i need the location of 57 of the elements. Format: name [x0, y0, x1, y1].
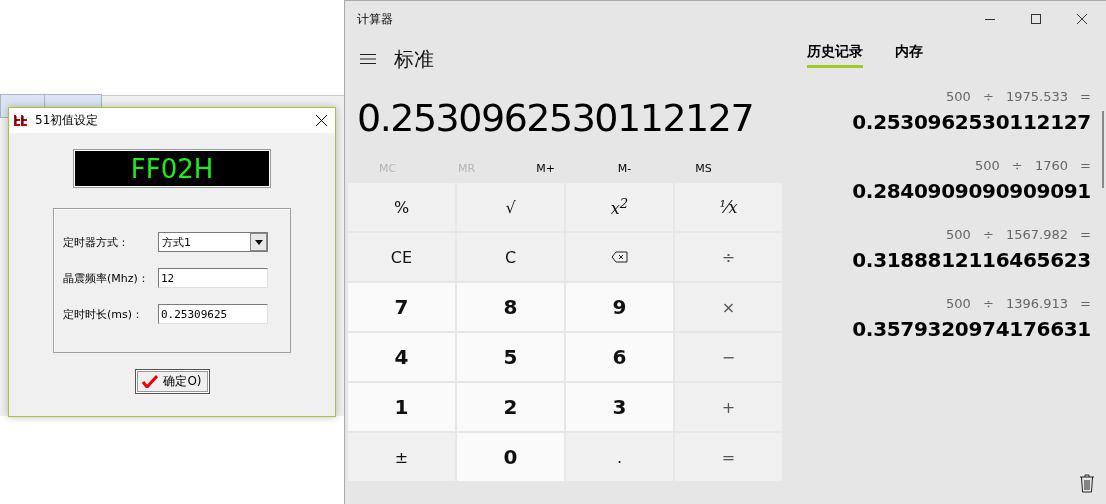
app-logo-icon	[13, 113, 29, 128]
mode-dropdown[interactable]: 方式1	[158, 232, 268, 252]
panel-tab[interactable]: 历史记录	[807, 35, 863, 68]
digit-key[interactable]: 5	[457, 333, 564, 381]
maximize-icon	[1031, 14, 1041, 24]
field-label: 定时时长(ms)：	[63, 306, 145, 322]
caret-icon	[250, 233, 267, 251]
digit-key[interactable]: 6	[566, 333, 673, 381]
history-result: 0.3188812116465623	[852, 248, 1091, 272]
history-expression: 500 ÷ 1760 =	[974, 158, 1091, 173]
dialog-title: 51初值设定	[35, 112, 100, 129]
input-field[interactable]: 0.25309625	[158, 304, 268, 324]
operator-key[interactable]: ÷	[675, 233, 782, 281]
ok-button[interactable]: 确定O)	[134, 369, 210, 394]
function-key[interactable]: √	[457, 183, 564, 231]
function-key[interactable]: ⅟x	[675, 183, 782, 231]
function-key[interactable]: C	[457, 233, 564, 281]
led-display: FF02H	[73, 149, 271, 188]
history-result: 0.3579320974176631	[852, 317, 1091, 341]
operator-key[interactable]: ×	[675, 283, 782, 331]
field-label: 定时器方式：	[63, 234, 130, 250]
close-icon	[1077, 14, 1087, 24]
operator-key[interactable]: −	[675, 333, 782, 381]
panel-tab[interactable]: 内存	[895, 35, 923, 68]
window-title: 计算器	[357, 10, 394, 28]
history-result: 0.2530962530112127	[852, 110, 1091, 134]
input-field[interactable]: 12	[158, 268, 268, 288]
function-key[interactable]: x$^{2}$	[566, 183, 673, 231]
function-key[interactable]: %	[348, 183, 455, 231]
function-key[interactable]: .	[566, 433, 673, 481]
digit-key[interactable]: 9	[566, 283, 673, 331]
operator-key[interactable]: =	[675, 433, 782, 481]
digit-key[interactable]: 2	[457, 383, 564, 431]
digit-key[interactable]: 0	[457, 433, 564, 481]
digit-key[interactable]: 1	[348, 383, 455, 431]
digit-key[interactable]: 7	[348, 283, 455, 331]
digit-key[interactable]: 3	[566, 383, 673, 431]
digit-key[interactable]: 8	[457, 283, 564, 331]
mode-title: 标准	[394, 45, 434, 73]
history-expression: 500 ÷ 1567.982 =	[945, 227, 1091, 242]
function-key[interactable]: CE	[348, 233, 455, 281]
operator-key[interactable]: +	[675, 383, 782, 431]
backspace-icon	[611, 251, 628, 263]
minimize-icon	[985, 18, 995, 20]
field-label: 晶震频率(Mhz)：	[63, 270, 150, 286]
memory-button[interactable]: MS	[664, 161, 743, 175]
history-expression: 500 ÷ 1396.913 =	[945, 296, 1091, 311]
delete-history-button[interactable]	[1078, 474, 1096, 494]
close-icon[interactable]	[316, 115, 327, 126]
result-display: 0.2530962530112127	[357, 95, 754, 141]
digit-key[interactable]: 4	[348, 333, 455, 381]
function-key[interactable]: ±	[348, 433, 455, 481]
history-result: 0.2840909090909091	[852, 179, 1091, 203]
check-icon	[142, 375, 159, 388]
memory-button[interactable]: M+	[506, 161, 585, 175]
memory-button[interactable]: M-	[585, 161, 664, 175]
history-expression: 500 ÷ 1975.533 =	[945, 89, 1091, 104]
